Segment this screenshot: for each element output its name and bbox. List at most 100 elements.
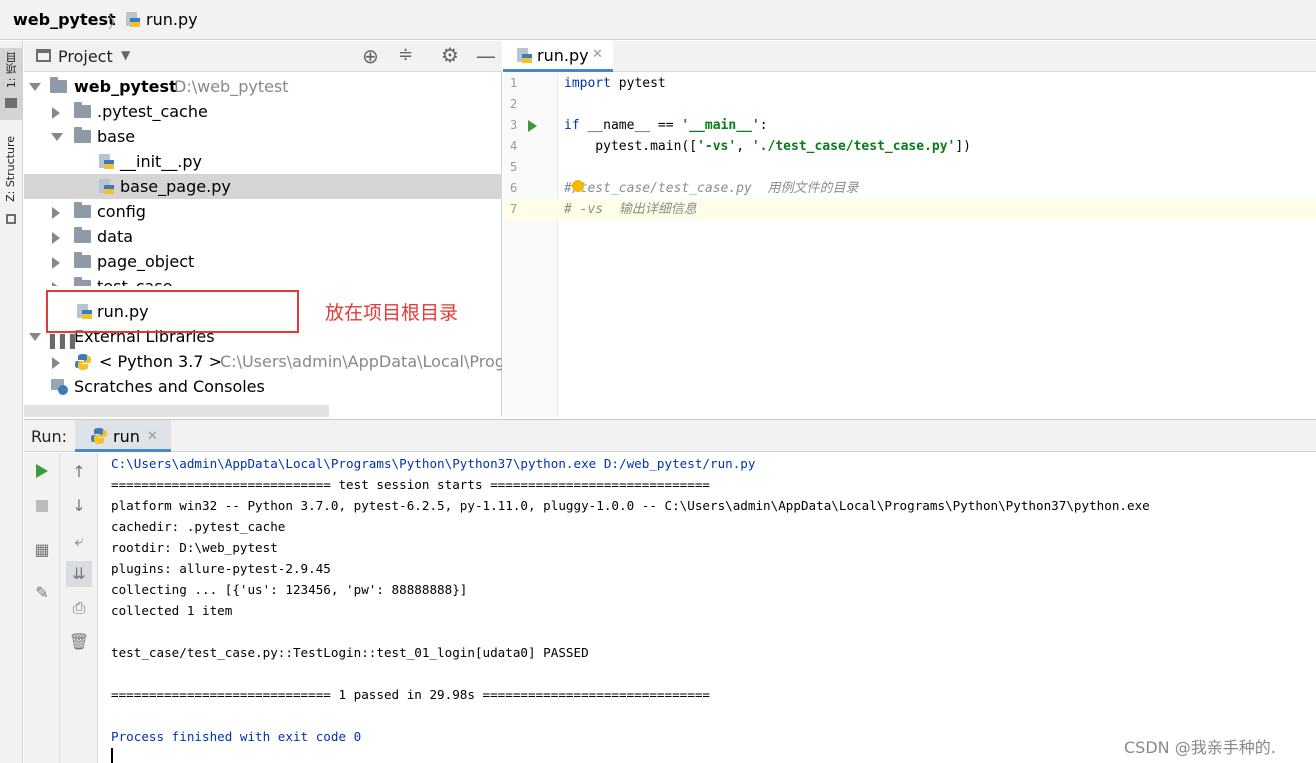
code-line-7: # -vs 输出详细信息: [564, 202, 697, 217]
chevron-right-icon[interactable]: [52, 107, 60, 119]
folder-icon: [74, 252, 91, 268]
chevron-down-icon[interactable]: ▼: [121, 48, 130, 62]
project-tool-tab-label[interactable]: 1: 项目: [4, 52, 20, 88]
tree-item-pytest-cache[interactable]: .pytest_cache: [24, 99, 502, 124]
console-line: platform win32 -- Python 3.7.0, pytest-6…: [111, 498, 1150, 513]
tree-item-label: Scratches and Consoles: [74, 377, 265, 396]
scratches-icon: [51, 379, 68, 395]
code-line-6: #/test_case/test_case.py 用例文件的目录: [564, 181, 859, 196]
python-logo-icon: [91, 428, 107, 444]
structure-icon: [6, 214, 16, 224]
run-gutter-icon[interactable]: [528, 120, 537, 132]
chevron-right-icon[interactable]: [52, 282, 60, 286]
editor-tab-bar: [503, 41, 1316, 72]
tree-item-label: __init__.py: [120, 152, 203, 171]
structure-tool-tab-label[interactable]: Z: Structure: [4, 136, 17, 202]
breadcrumb-separator: 〉: [108, 13, 125, 32]
tree-item-scratches[interactable]: Scratches and Consoles: [24, 374, 502, 399]
scroll-to-end-icon[interactable]: ⇊: [67, 564, 91, 583]
collapse-all-icon[interactable]: ≑: [398, 44, 413, 65]
tree-item-path: D:\web_pytest: [174, 77, 289, 96]
line-number: 6: [510, 181, 518, 195]
chevron-right-icon[interactable]: [52, 257, 60, 269]
tree-item-label: config: [97, 202, 146, 221]
run-tool-window-header: [24, 419, 1316, 452]
project-view-selector[interactable]: Project: [58, 47, 113, 66]
horizontal-scrollbar[interactable]: [24, 405, 329, 417]
tree-item-root[interactable]: web_pytest D:\web_pytest: [24, 74, 502, 99]
watermark: CSDN @我亲手种的.: [1124, 738, 1276, 757]
tree-item-data[interactable]: data: [24, 224, 502, 249]
folder-icon: [50, 77, 67, 93]
tree-item-label: < Python 3.7 >: [99, 352, 222, 371]
print-icon[interactable]: ⎙: [67, 598, 91, 618]
code-keyword: import: [564, 76, 611, 91]
tree-item-test-case[interactable]: test_case: [24, 274, 502, 286]
python-file-icon: [126, 12, 140, 27]
annotation-text: 放在项目根目录: [325, 302, 459, 324]
locate-icon[interactable]: ⊕: [362, 44, 379, 68]
chevron-down-icon[interactable]: [29, 333, 41, 341]
console-line: rootdir: D:\web_pytest: [111, 540, 278, 555]
code-string: '__main__': [681, 118, 760, 133]
tree-item-python-sdk[interactable]: < Python 3.7 > C:\Users\admin\AppData\Lo…: [24, 349, 502, 374]
chevron-down-icon[interactable]: [29, 83, 41, 91]
pin-icon[interactable]: ✎: [30, 583, 54, 602]
line-number: 2: [510, 97, 518, 111]
console-line: collected 1 item: [111, 603, 233, 618]
breadcrumb-project[interactable]: web_pytest: [13, 10, 116, 29]
tree-item-label: .pytest_cache: [97, 102, 208, 121]
code-text: ]): [955, 139, 972, 154]
tree-item-page-object[interactable]: page_object: [24, 249, 502, 274]
chevron-right-icon[interactable]: [52, 207, 60, 219]
folder-icon: [74, 202, 91, 218]
minimize-icon[interactable]: —: [476, 44, 496, 68]
run-tab-label[interactable]: run: [113, 427, 140, 446]
line-number: 5: [510, 160, 518, 174]
line-number: 3: [510, 118, 518, 132]
chevron-down-icon[interactable]: [51, 133, 63, 141]
tree-item-config[interactable]: config: [24, 199, 502, 224]
lightbulb-icon[interactable]: [572, 180, 584, 192]
annotation-highlight-box: [46, 290, 299, 333]
close-icon[interactable]: ✕: [147, 429, 158, 444]
project-view-icon: [36, 49, 51, 62]
line-number: 7: [510, 202, 518, 216]
chevron-right-icon[interactable]: [52, 232, 60, 244]
line-number: 4: [510, 139, 518, 153]
code-string: './test_case/test_case.py': [751, 139, 956, 154]
console-line: plugins: allure-pytest-2.9.45: [111, 561, 331, 576]
tree-item-label: web_pytest: [74, 77, 177, 96]
folder-icon: [74, 227, 91, 243]
tree-item-base-page-py[interactable]: base_page.py: [24, 174, 502, 199]
breadcrumb-file[interactable]: run.py: [146, 10, 198, 29]
console-line: Process finished with exit code 0: [111, 729, 362, 744]
gear-icon[interactable]: ⚙: [441, 43, 459, 67]
chevron-right-icon[interactable]: [52, 357, 60, 369]
tree-item-label: base_page.py: [120, 177, 231, 196]
code-string: '-vs': [697, 139, 737, 154]
rerun-icon[interactable]: [36, 464, 48, 478]
folder-icon: [5, 98, 17, 108]
console-line: ============================= 1 passed i…: [111, 687, 710, 702]
console-line: collecting ... [{'us': 123456, 'pw': 888…: [111, 582, 468, 597]
python-file-icon: [99, 179, 114, 194]
python-file-icon: [99, 154, 114, 169]
arrow-down-icon[interactable]: ↓: [67, 496, 91, 515]
code-text: :: [759, 118, 768, 133]
python-file-icon: [517, 48, 532, 63]
soft-wrap-icon[interactable]: ⤶: [67, 531, 91, 551]
close-icon[interactable]: ✕: [592, 47, 603, 62]
tree-item-init-py[interactable]: __init__.py: [24, 149, 502, 174]
code-text: __name__ ==: [579, 118, 682, 133]
code-text: pytest.main([: [564, 139, 698, 154]
code-line-1: import pytest: [564, 73, 666, 94]
code-text: ,: [736, 139, 752, 154]
arrow-up-icon[interactable]: ↑: [67, 462, 91, 481]
layout-icon[interactable]: ▦: [30, 540, 54, 559]
console-line: ============================= test sessi…: [111, 477, 710, 492]
editor-tab-label[interactable]: run.py: [537, 46, 589, 65]
stop-icon[interactable]: [36, 500, 48, 512]
tree-item-base[interactable]: base: [24, 124, 502, 149]
trash-icon[interactable]: 🗑: [67, 632, 91, 651]
